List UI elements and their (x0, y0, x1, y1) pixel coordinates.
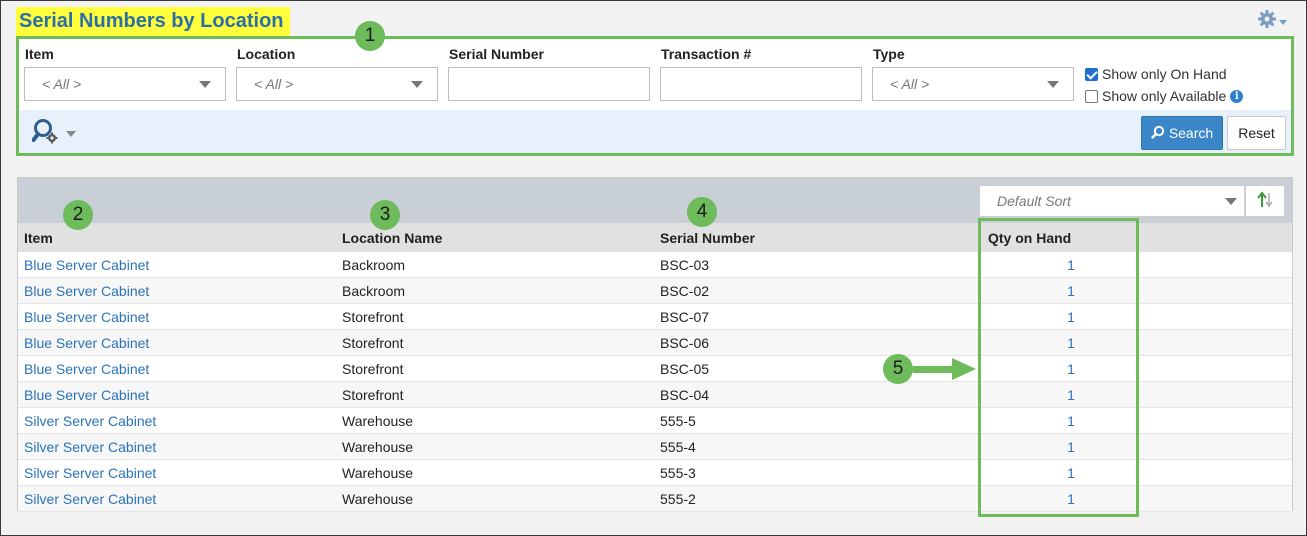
show-available-option[interactable]: Show only Available i (1085, 88, 1244, 104)
serial-number-input[interactable] (448, 67, 650, 101)
type-filter-select[interactable]: < All > (872, 67, 1074, 101)
chevron-down-icon (1225, 198, 1237, 205)
location-cell: Warehouse (342, 465, 414, 481)
serial-cell: BSC-05 (660, 361, 710, 377)
location-cell: Warehouse (342, 439, 414, 455)
location-cell: Backroom (342, 257, 406, 273)
transaction-input[interactable] (660, 67, 862, 101)
annotation-arrow-shaft (913, 366, 953, 373)
location-filter-value: < All > (254, 76, 294, 92)
sort-select[interactable]: Default Sort (979, 185, 1245, 217)
chevron-down-icon (199, 81, 211, 88)
serial-cell: 555-4 (660, 439, 696, 455)
show-available-label: Show only Available (1102, 88, 1227, 104)
item-filter-label: Item (25, 46, 54, 62)
location-cell: Warehouse (342, 491, 414, 507)
item-filter-value: < All > (42, 76, 82, 92)
serial-cell: BSC-03 (660, 257, 710, 273)
sort-direction-button[interactable] (1245, 185, 1285, 217)
transaction-filter-label: Transaction # (661, 46, 752, 62)
filter-panel: Item < All > Location < All > Serial Num… (16, 36, 1294, 156)
type-filter-value: < All > (890, 76, 930, 92)
item-link[interactable]: Silver Server Cabinet (24, 413, 156, 429)
item-link[interactable]: Silver Server Cabinet (24, 465, 156, 481)
search-button-label: Search (1168, 125, 1214, 141)
sort-select-value: Default Sort (997, 193, 1071, 209)
show-available-checkbox[interactable] (1085, 89, 1098, 103)
chevron-down-icon (1279, 20, 1287, 25)
type-filter-label: Type (873, 46, 905, 62)
location-cell: Warehouse (342, 413, 414, 429)
annotation-badge-1: 1 (355, 21, 385, 51)
location-cell: Storefront (342, 335, 404, 351)
show-on-hand-checkbox[interactable] (1085, 67, 1098, 81)
annotation-badge-4: 4 (687, 197, 717, 227)
search-action-bar: Search Reset (19, 110, 1291, 153)
column-header-item[interactable]: Item (24, 230, 53, 246)
show-on-hand-option[interactable]: Show only On Hand (1085, 66, 1227, 82)
magnifier-icon (1151, 125, 1165, 142)
serial-cell: BSC-07 (660, 309, 710, 325)
advanced-search-button[interactable] (31, 118, 76, 149)
chevron-down-icon (1047, 81, 1059, 88)
item-link[interactable]: Silver Server Cabinet (24, 491, 156, 507)
serial-cell: BSC-06 (660, 335, 710, 351)
chevron-down-icon (411, 81, 423, 88)
settings-menu[interactable] (1257, 9, 1287, 32)
item-link[interactable]: Blue Server Cabinet (24, 387, 149, 403)
location-cell: Storefront (342, 361, 404, 377)
search-settings-icon (31, 118, 60, 149)
serial-cell: 555-5 (660, 413, 696, 429)
show-on-hand-label: Show only On Hand (1102, 66, 1227, 82)
gear-icon (1257, 9, 1277, 32)
column-header-location-name[interactable]: Location Name (342, 230, 442, 246)
item-filter-select[interactable]: < All > (24, 67, 226, 101)
sort-direction-icon (1255, 190, 1275, 213)
annotation-badge-2: 2 (63, 200, 93, 230)
annotation-badge-3: 3 (370, 200, 400, 230)
annotation-arrow-head (952, 358, 976, 380)
info-icon[interactable]: i (1230, 89, 1244, 103)
location-cell: Storefront (342, 387, 404, 403)
page-title: Serial Numbers by Location (16, 7, 290, 36)
serial-cell: 555-2 (660, 491, 696, 507)
reset-button[interactable]: Reset (1227, 116, 1286, 150)
item-link[interactable]: Blue Server Cabinet (24, 335, 149, 351)
search-button[interactable]: Search (1141, 116, 1223, 150)
qty-column-highlight (978, 218, 1139, 517)
item-link[interactable]: Blue Server Cabinet (24, 309, 149, 325)
app-frame: Serial Numbers by Location Item < All > … (0, 0, 1307, 536)
chevron-down-icon (66, 130, 76, 137)
grid-toolbar: Default Sort (18, 178, 1292, 223)
location-filter-label: Location (237, 46, 296, 62)
location-cell: Backroom (342, 283, 406, 299)
serial-cell: BSC-04 (660, 387, 710, 403)
item-link[interactable]: Blue Server Cabinet (24, 257, 149, 273)
location-cell: Storefront (342, 309, 404, 325)
item-link[interactable]: Blue Server Cabinet (24, 283, 149, 299)
serial-number-filter-label: Serial Number (449, 46, 544, 62)
annotation-badge-5: 5 (883, 354, 913, 384)
item-link[interactable]: Silver Server Cabinet (24, 439, 156, 455)
location-filter-select[interactable]: < All > (236, 67, 438, 101)
serial-cell: 555-3 (660, 465, 696, 481)
serial-cell: BSC-02 (660, 283, 710, 299)
column-header-serial-number[interactable]: Serial Number (660, 230, 755, 246)
item-link[interactable]: Blue Server Cabinet (24, 361, 149, 377)
